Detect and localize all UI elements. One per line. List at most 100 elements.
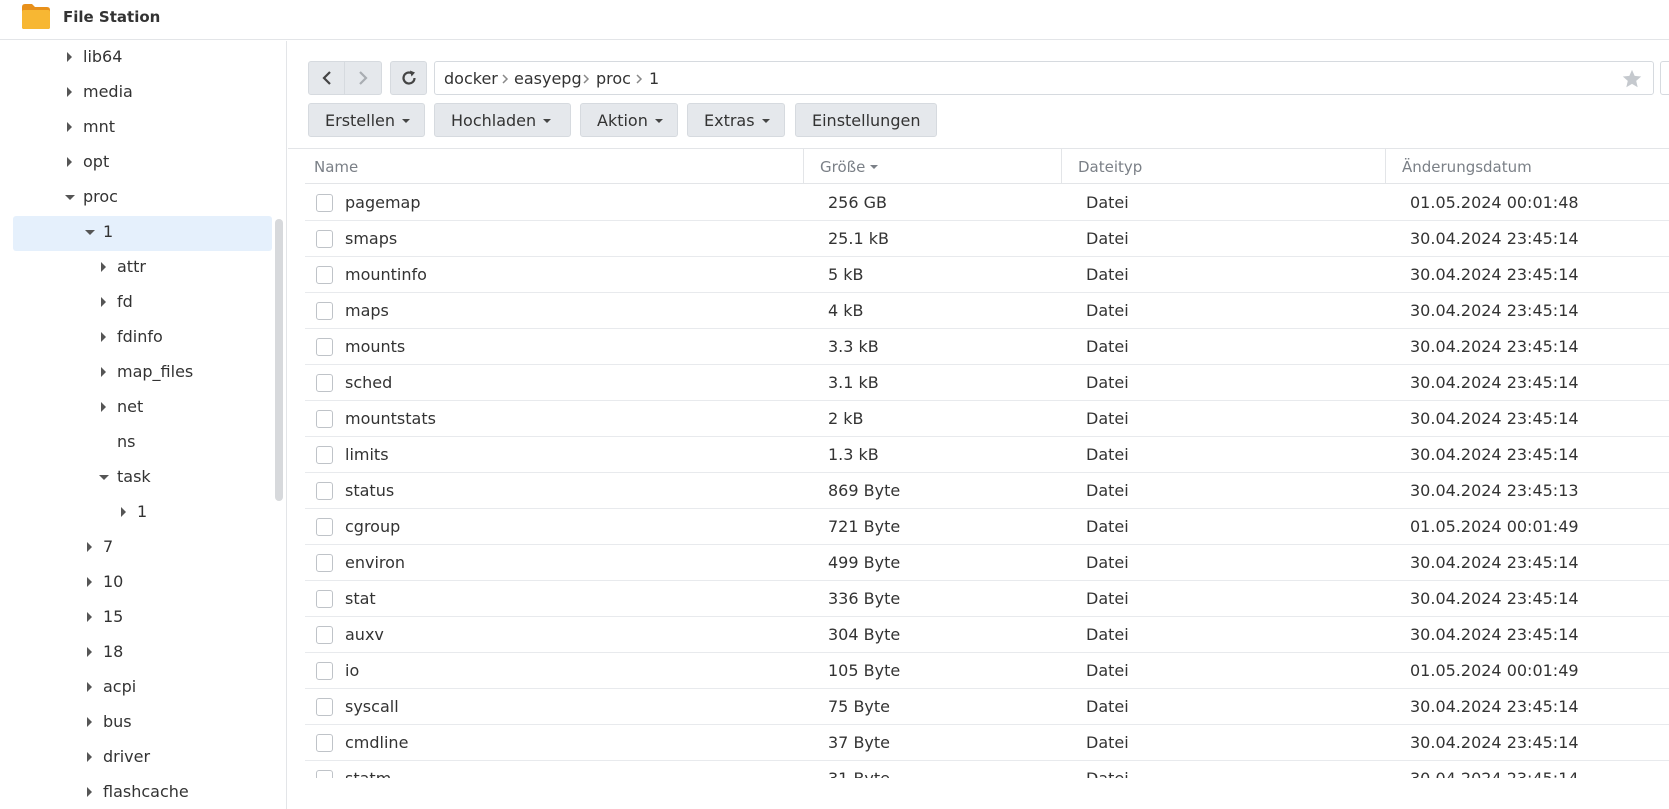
row-checkbox[interactable] <box>316 302 333 320</box>
breadcrumb-segment[interactable]: 1 <box>649 69 659 88</box>
caret-right-icon[interactable] <box>87 682 92 692</box>
caret-right-icon[interactable] <box>87 717 92 727</box>
caret-right-icon[interactable] <box>101 262 106 272</box>
upload-button[interactable]: Hochladen <box>434 103 571 137</box>
caret-down-icon[interactable] <box>85 230 95 235</box>
table-row[interactable]: smaps 25.1 kB Datei 30.04.2024 23:45:14 <box>305 221 1669 257</box>
caret-right-icon[interactable] <box>67 87 72 97</box>
tree-item[interactable]: opt <box>13 146 272 181</box>
column-divider[interactable] <box>1385 149 1386 184</box>
refresh-button[interactable] <box>390 61 427 95</box>
table-row[interactable]: syscall 75 Byte Datei 30.04.2024 23:45:14 <box>305 689 1669 725</box>
table-row[interactable]: status 869 Byte Datei 30.04.2024 23:45:13 <box>305 473 1669 509</box>
tree-item[interactable]: task <box>13 461 272 496</box>
tree-item[interactable]: 18 <box>13 636 272 671</box>
caret-right-icon[interactable] <box>87 647 92 657</box>
table-row[interactable]: maps 4 kB Datei 30.04.2024 23:45:14 <box>305 293 1669 329</box>
extras-button[interactable]: Extras <box>687 103 785 137</box>
row-checkbox[interactable] <box>316 626 333 644</box>
row-checkbox[interactable] <box>316 662 333 680</box>
table-row[interactable]: sched 3.1 kB Datei 30.04.2024 23:45:14 <box>305 365 1669 401</box>
tree-item[interactable]: 1 <box>13 496 272 531</box>
table-row[interactable]: mounts 3.3 kB Datei 30.04.2024 23:45:14 <box>305 329 1669 365</box>
row-checkbox[interactable] <box>316 266 333 284</box>
caret-right-icon[interactable] <box>101 367 106 377</box>
tree-item[interactable]: mnt <box>13 111 272 146</box>
table-row[interactable]: environ 499 Byte Datei 30.04.2024 23:45:14 <box>305 545 1669 581</box>
search-field[interactable] <box>1660 61 1669 95</box>
create-button[interactable]: Erstellen <box>308 103 425 137</box>
row-checkbox[interactable] <box>316 518 333 536</box>
tree-item[interactable]: ns <box>13 426 272 461</box>
breadcrumb-segment[interactable]: proc <box>596 69 631 88</box>
row-checkbox[interactable] <box>316 734 333 752</box>
table-row[interactable]: mountinfo 5 kB Datei 30.04.2024 23:45:14 <box>305 257 1669 293</box>
row-checkbox[interactable] <box>316 482 333 500</box>
row-checkbox[interactable] <box>316 410 333 428</box>
row-checkbox[interactable] <box>316 374 333 392</box>
star-icon[interactable] <box>1621 68 1643 90</box>
back-button[interactable] <box>308 61 345 95</box>
tree-item[interactable]: 1 <box>13 216 272 251</box>
caret-down-icon[interactable] <box>99 475 109 480</box>
tree-item[interactable]: attr <box>13 251 272 286</box>
caret-right-icon[interactable] <box>87 787 92 797</box>
column-header-size[interactable]: Größe <box>811 149 1061 184</box>
table-row[interactable]: stat 336 Byte Datei 30.04.2024 23:45:14 <box>305 581 1669 617</box>
table-row[interactable]: mountstats 2 kB Datei 30.04.2024 23:45:14 <box>305 401 1669 437</box>
sidebar-scrollbar[interactable] <box>275 219 283 501</box>
row-checkbox[interactable] <box>316 338 333 356</box>
caret-right-icon[interactable] <box>67 157 72 167</box>
row-checkbox[interactable] <box>316 554 333 572</box>
tree-item[interactable]: 15 <box>13 601 272 636</box>
table-row[interactable]: limits 1.3 kB Datei 30.04.2024 23:45:14 <box>305 437 1669 473</box>
caret-right-icon[interactable] <box>87 577 92 587</box>
breadcrumb-segment[interactable]: docker <box>444 69 498 88</box>
table-row[interactable]: io 105 Byte Datei 01.05.2024 00:01:49 <box>305 653 1669 689</box>
row-checkbox[interactable] <box>316 770 333 778</box>
caret-right-icon[interactable] <box>101 402 106 412</box>
breadcrumb-segment[interactable]: easyepg <box>514 69 582 88</box>
tree-item[interactable]: fd <box>13 286 272 321</box>
forward-button[interactable] <box>345 61 382 95</box>
tree-item[interactable]: map_files <box>13 356 272 391</box>
column-header-modified[interactable]: Änderungsdatum <box>1393 149 1669 184</box>
tree-item[interactable]: bus <box>13 706 272 741</box>
column-header-name[interactable]: Name <box>305 149 803 184</box>
tree-item[interactable]: fdinfo <box>13 321 272 356</box>
tree-item[interactable]: net <box>13 391 272 426</box>
tree-item[interactable]: proc <box>13 181 272 216</box>
row-checkbox[interactable] <box>316 230 333 248</box>
caret-right-icon[interactable] <box>67 52 72 62</box>
caret-right-icon[interactable] <box>87 752 92 762</box>
table-row[interactable]: statm 31 Byte Datei 30.04.2024 23:45:14 <box>305 761 1669 778</box>
caret-right-icon[interactable] <box>87 612 92 622</box>
tree-item[interactable]: driver <box>13 741 272 776</box>
column-divider[interactable] <box>1061 149 1062 184</box>
row-checkbox[interactable] <box>316 590 333 608</box>
caret-right-icon[interactable] <box>121 507 126 517</box>
tree-item[interactable]: 10 <box>13 566 272 601</box>
table-row[interactable]: cgroup 721 Byte Datei 01.05.2024 00:01:49 <box>305 509 1669 545</box>
table-row[interactable]: pagemap 256 GB Datei 01.05.2024 00:01:48 <box>305 185 1669 221</box>
tree-item[interactable]: acpi <box>13 671 272 706</box>
caret-right-icon[interactable] <box>101 332 106 342</box>
table-row[interactable]: cmdline 37 Byte Datei 30.04.2024 23:45:14 <box>305 725 1669 761</box>
tree-item[interactable]: 7 <box>13 531 272 566</box>
tree-item[interactable]: lib64 <box>13 41 272 76</box>
action-button[interactable]: Aktion <box>580 103 678 137</box>
tree-item[interactable]: flashcache <box>13 776 272 809</box>
row-checkbox[interactable] <box>316 446 333 464</box>
settings-button[interactable]: Einstellungen <box>795 103 937 137</box>
caret-right-icon[interactable] <box>87 542 92 552</box>
tree-item[interactable]: media <box>13 76 272 111</box>
row-checkbox[interactable] <box>316 698 333 716</box>
row-checkbox[interactable] <box>316 194 333 212</box>
table-row[interactable]: auxv 304 Byte Datei 30.04.2024 23:45:14 <box>305 617 1669 653</box>
caret-right-icon[interactable] <box>67 122 72 132</box>
column-divider[interactable] <box>803 149 804 184</box>
caret-right-icon[interactable] <box>101 297 106 307</box>
caret-down-icon[interactable] <box>65 195 75 200</box>
column-header-type[interactable]: Dateityp <box>1069 149 1383 184</box>
path-bar[interactable]: docker easyepg proc 1 <box>434 61 1654 95</box>
